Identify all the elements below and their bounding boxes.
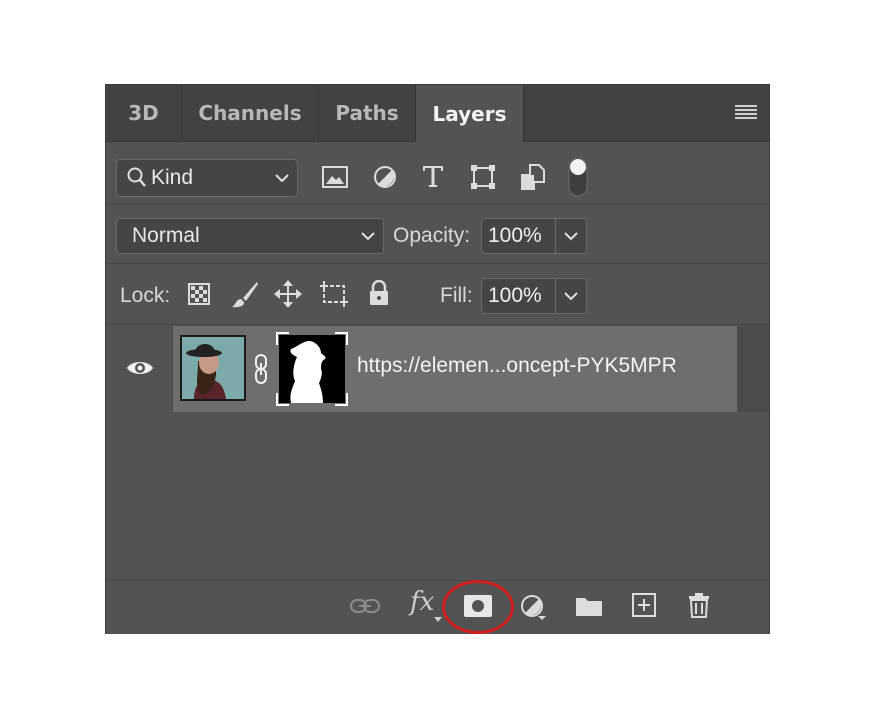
visibility-column <box>106 326 173 412</box>
search-icon <box>127 167 146 187</box>
shape-filter-icon[interactable] <box>470 164 496 190</box>
mask-link-icon[interactable] <box>254 354 268 384</box>
blend-row: Normal Opacity: 100% <box>106 206 769 264</box>
delete-layer-icon[interactable] <box>688 592 710 618</box>
lock-all-icon[interactable] <box>368 280 390 306</box>
new-group-icon[interactable] <box>575 595 603 617</box>
smart-object-filter-icon[interactable] <box>521 164 545 190</box>
lock-artboard-icon[interactable] <box>319 280 349 308</box>
opacity-field[interactable]: 100% <box>481 218 587 254</box>
new-layer-icon[interactable] <box>632 593 656 617</box>
tab-paths[interactable]: Paths <box>319 85 416 141</box>
link-layers-icon[interactable] <box>350 598 380 614</box>
layer-thumbnail-image <box>180 335 246 401</box>
layer-name[interactable]: https://elemen...oncept-PYK5MPR <box>357 354 677 378</box>
panel-tab-bar: 3D Channels Paths Layers <box>106 85 769 142</box>
fill-field[interactable]: 100% <box>481 278 587 314</box>
opacity-dropdown-button[interactable] <box>555 219 586 253</box>
fill-value: 100% <box>488 284 542 307</box>
layer-row[interactable]: https://elemen...oncept-PYK5MPR <box>106 326 769 412</box>
layers-panel: 3D Channels Paths Layers Kind Normal Opa… <box>105 84 770 634</box>
blend-mode-value: Normal <box>132 224 200 247</box>
type-filter-icon[interactable] <box>422 164 444 188</box>
tab-layers[interactable]: Layers <box>416 85 524 142</box>
filter-kind-label: Kind <box>151 166 194 189</box>
add-mask-highlight-circle <box>442 580 514 634</box>
chevron-down-icon <box>361 232 375 241</box>
lock-row: Lock: Fill: 100% <box>106 265 769 325</box>
image-filter-icon[interactable] <box>322 166 348 188</box>
layers-footer-toolbar: fx <box>106 580 769 634</box>
lock-image-pixels-icon[interactable] <box>231 281 259 309</box>
lock-label: Lock: <box>120 284 171 307</box>
opacity-label: Opacity: <box>393 224 471 247</box>
filter-kind-select[interactable]: Kind <box>116 159 298 197</box>
filter-toggle-switch[interactable] <box>566 156 590 198</box>
adjustment-layer-icon[interactable] <box>520 594 546 620</box>
chevron-down-icon <box>564 292 578 301</box>
chevron-down-icon <box>275 174 289 183</box>
fill-dropdown-button[interactable] <box>555 279 586 313</box>
panel-menu-icon[interactable] <box>735 104 757 120</box>
blend-mode-select[interactable]: Normal <box>116 218 384 254</box>
lock-position-icon[interactable] <box>274 280 302 308</box>
chevron-down-icon <box>564 232 578 241</box>
layers-scrollbar[interactable] <box>737 326 769 412</box>
adjustment-filter-icon[interactable] <box>373 165 397 189</box>
fill-label: Fill: <box>440 284 473 307</box>
tab-channels[interactable]: Channels <box>182 85 319 141</box>
filter-row: Kind <box>106 142 769 205</box>
opacity-value: 100% <box>488 224 542 247</box>
tab-3d[interactable]: 3D <box>106 85 182 141</box>
eye-icon[interactable] <box>126 359 154 377</box>
layer-style-dropdown-icon <box>434 617 442 622</box>
layer-mask-thumbnail[interactable] <box>275 331 349 407</box>
lock-transparent-pixels-icon[interactable] <box>188 283 210 305</box>
layer-style-icon[interactable]: fx <box>410 587 434 617</box>
selected-layer-background: https://elemen...oncept-PYK5MPR <box>173 326 737 412</box>
